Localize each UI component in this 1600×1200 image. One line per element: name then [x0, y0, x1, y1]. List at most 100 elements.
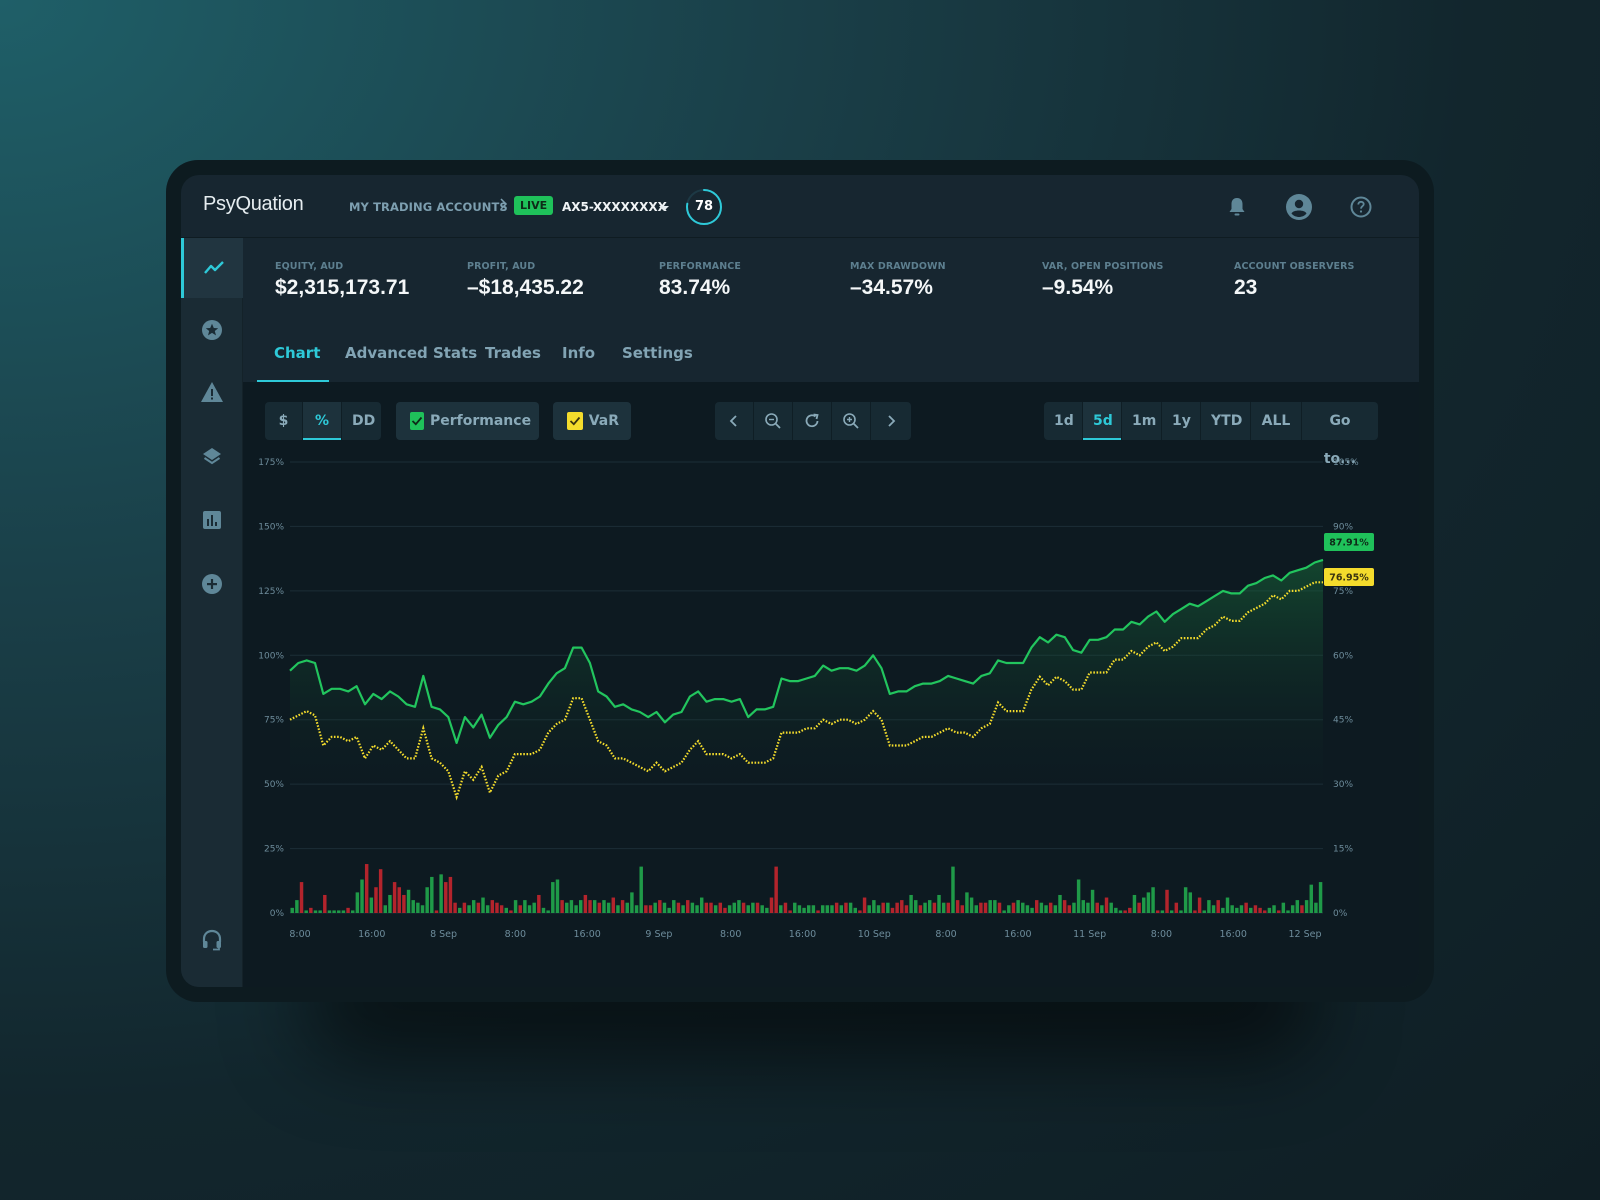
volume-bar: [853, 907, 857, 913]
volume-bar: [309, 907, 313, 913]
volume-bar: [955, 900, 960, 913]
volume-bar: [904, 905, 909, 913]
volume-bar: [1030, 907, 1034, 913]
volume-bar: [848, 902, 853, 913]
volume-bar: [769, 897, 774, 913]
left-axis-tick-label: 25%: [264, 845, 284, 855]
performance-last-value-label: 87.91%: [1329, 538, 1369, 549]
volume-bar: [1025, 905, 1030, 913]
volume-bar: [630, 892, 634, 913]
volume-bar: [518, 905, 522, 913]
volume-bar: [639, 866, 643, 913]
tab-advanced-stats[interactable]: Advanced Stats: [345, 344, 477, 362]
tab-info[interactable]: Info: [562, 344, 595, 362]
volume-bar: [816, 910, 820, 913]
volume-bar: [369, 897, 374, 913]
stat-profit: PROFIT, AUD –$18,435.22: [467, 261, 584, 300]
breadcrumb-my-trading-accounts[interactable]: MY TRADING ACCOUNTS: [349, 200, 508, 214]
volume-bar: [1011, 902, 1016, 913]
volume-bar: [453, 902, 457, 913]
performance-chart[interactable]: 175% 105% 150% 90% 125% 75% 100% 60% 75% 45% 50% 30…: [243, 382, 1419, 987]
volume-bar: [983, 902, 988, 913]
volume-bar: [1053, 905, 1058, 913]
stat-performance: PERFORMANCE 83.74%: [659, 261, 741, 300]
volume-bar: [946, 902, 951, 913]
sidebar-item-statistics[interactable]: [181, 490, 243, 550]
volume-bar: [360, 879, 364, 913]
volume-bar: [392, 882, 397, 913]
volume-bar: [941, 902, 946, 913]
volume-bar: [350, 910, 355, 913]
volume-bar: [397, 887, 401, 913]
volume-bar: [1076, 879, 1081, 913]
volume-bar: [1132, 894, 1137, 913]
volume-bar: [760, 905, 764, 913]
tab-settings[interactable]: Settings: [622, 344, 693, 362]
volume-bar: [793, 902, 797, 913]
volume-bar: [560, 900, 564, 913]
volume-bar: [416, 902, 420, 913]
help-icon[interactable]: [1347, 193, 1375, 221]
volume-bar: [1239, 905, 1244, 913]
x-axis-tick-label: 8:00: [289, 929, 310, 940]
volume-bar: [402, 894, 406, 913]
sidebar-item-layers[interactable]: [181, 426, 243, 486]
volume-bar: [774, 866, 778, 913]
volume-bar: [695, 905, 699, 913]
volume-bar: [439, 874, 443, 913]
volume-bar: [1263, 910, 1267, 913]
volume-bar: [751, 902, 755, 913]
volume-bar: [667, 907, 671, 913]
volume-bar: [662, 902, 667, 913]
app-logo: PsyQuation: [203, 193, 304, 215]
volume-bar: [332, 910, 336, 913]
x-axis-tick-label: 8:00: [935, 929, 956, 940]
volume-bar: [988, 900, 992, 913]
sidebar-item-performance[interactable]: [181, 238, 243, 298]
volume-bar: [588, 900, 592, 913]
volume-bar: [1021, 902, 1025, 913]
volume-bar: [444, 882, 448, 913]
volume-bar: [388, 894, 392, 913]
volume-bar: [541, 907, 546, 913]
sidebar-item-support[interactable]: [181, 910, 243, 970]
left-axis-tick-label: 100%: [258, 651, 284, 661]
volume-bar: [844, 902, 848, 913]
volume-bar: [1258, 907, 1262, 913]
volume-bar: [881, 902, 885, 913]
volume-bar: [1058, 894, 1062, 913]
volume-bar: [425, 887, 429, 913]
right-axis-tick-label: 30%: [1333, 780, 1353, 790]
sidebar-item-alerts[interactable]: [181, 362, 243, 422]
volume-bar: [1267, 907, 1272, 913]
volume-bar: [974, 905, 978, 913]
tab-bar: Chart Advanced Stats Trades Info Setting…: [243, 320, 1419, 382]
stat-equity: EQUITY, AUD $2,315,173.71: [275, 261, 409, 300]
volume-bar: [1062, 900, 1067, 913]
volume-bar: [481, 897, 485, 913]
stat-value: –34.57%: [850, 276, 933, 299]
volume-bar: [1221, 907, 1225, 913]
caret-down-icon[interactable]: [659, 206, 669, 211]
bell-icon[interactable]: [1223, 193, 1251, 221]
volume-bar: [318, 910, 322, 913]
tab-chart[interactable]: Chart: [274, 344, 320, 362]
volume-bar: [807, 905, 811, 913]
volume-bar: [1128, 907, 1132, 913]
account-selector[interactable]: AX5-XXXXXXXX: [562, 200, 667, 214]
volume-bar: [513, 900, 518, 913]
volume-bar: [965, 892, 969, 913]
x-axis-tick-label: 12 Sep: [1288, 929, 1321, 940]
stat-label: PROFIT, AUD: [467, 261, 536, 272]
volume-bar: [993, 900, 997, 913]
sidebar-item-add[interactable]: [181, 554, 243, 614]
sidebar-item-favorites[interactable]: [181, 300, 243, 360]
volume-bar: [374, 887, 378, 913]
volume-bar: [527, 905, 532, 913]
tab-trades[interactable]: Trades: [485, 344, 541, 362]
volume-bar: [313, 910, 318, 913]
volume-bar: [565, 902, 569, 913]
user-avatar-icon[interactable]: [1285, 193, 1313, 221]
volume-bar: [867, 905, 871, 913]
volume-bar: [327, 910, 332, 913]
